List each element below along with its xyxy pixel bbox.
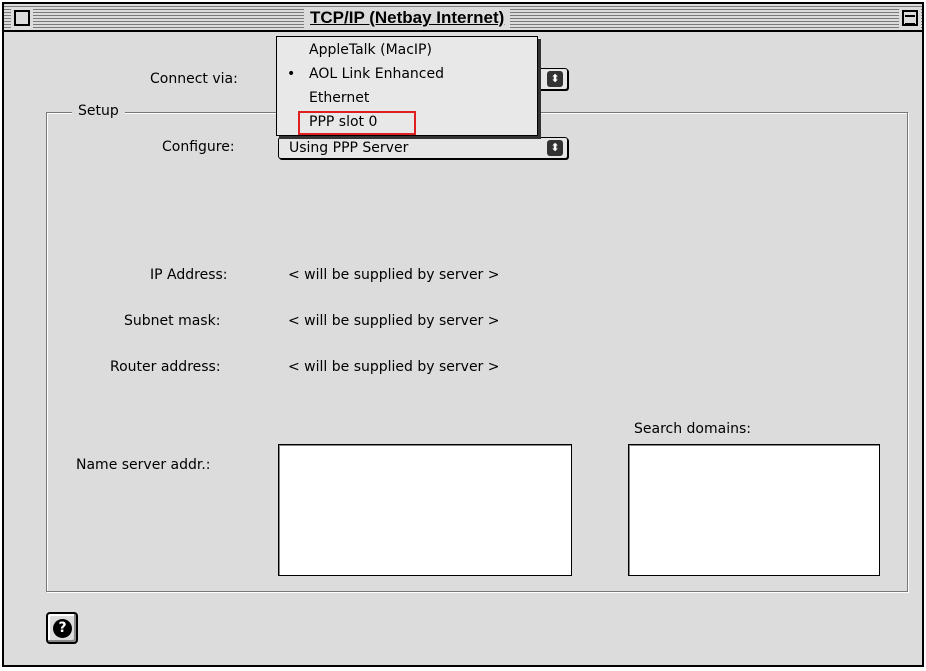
subnet-mask-label: Subnet mask: <box>124 313 221 329</box>
configure-value: Using PPP Server <box>289 140 409 156</box>
setup-group-label: Setup <box>72 102 125 120</box>
configure-label: Configure: <box>162 139 235 155</box>
close-box-icon[interactable] <box>14 10 30 26</box>
menu-item-ethernet[interactable]: Ethernet <box>277 87 537 109</box>
ip-address-value: < will be supplied by server > <box>288 267 500 283</box>
help-icon: ? <box>53 619 72 638</box>
help-button[interactable]: ? <box>46 612 78 644</box>
checkmark-bullet-icon: • <box>287 66 296 82</box>
highlight-box <box>298 111 416 135</box>
subnet-mask-value: < will be supplied by server > <box>288 313 500 329</box>
configure-popup[interactable]: Using PPP Server ⬍ <box>278 137 568 159</box>
popup-arrows-icon: ⬍ <box>547 140 563 156</box>
popup-arrows-icon: ⬍ <box>547 71 563 87</box>
title-bar[interactable]: TCP/IP (Netbay Internet) <box>4 4 922 32</box>
window-title: TCP/IP (Netbay Internet) <box>304 7 511 29</box>
name-server-label: Name server addr.: <box>76 457 211 473</box>
ip-address-label: IP Address: <box>150 267 228 283</box>
connect-via-label: Connect via: <box>150 71 238 87</box>
name-server-field[interactable] <box>278 444 572 576</box>
menu-item-label: Ethernet <box>309 90 370 106</box>
router-address-value: < will be supplied by server > <box>288 359 500 375</box>
search-domains-field[interactable] <box>628 444 880 576</box>
menu-item-label: AOL Link Enhanced <box>309 66 444 82</box>
router-address-label: Router address: <box>110 359 221 375</box>
menu-item-appletalk[interactable]: AppleTalk (MacIP) <box>277 39 537 61</box>
menu-item-label: AppleTalk (MacIP) <box>309 42 432 58</box>
menu-item-aol-link[interactable]: • AOL Link Enhanced <box>277 63 537 85</box>
connect-via-menu: AppleTalk (MacIP) • AOL Link Enhanced Et… <box>276 36 538 136</box>
collapse-box-icon[interactable] <box>902 10 918 26</box>
search-domains-label: Search domains: <box>634 421 751 437</box>
